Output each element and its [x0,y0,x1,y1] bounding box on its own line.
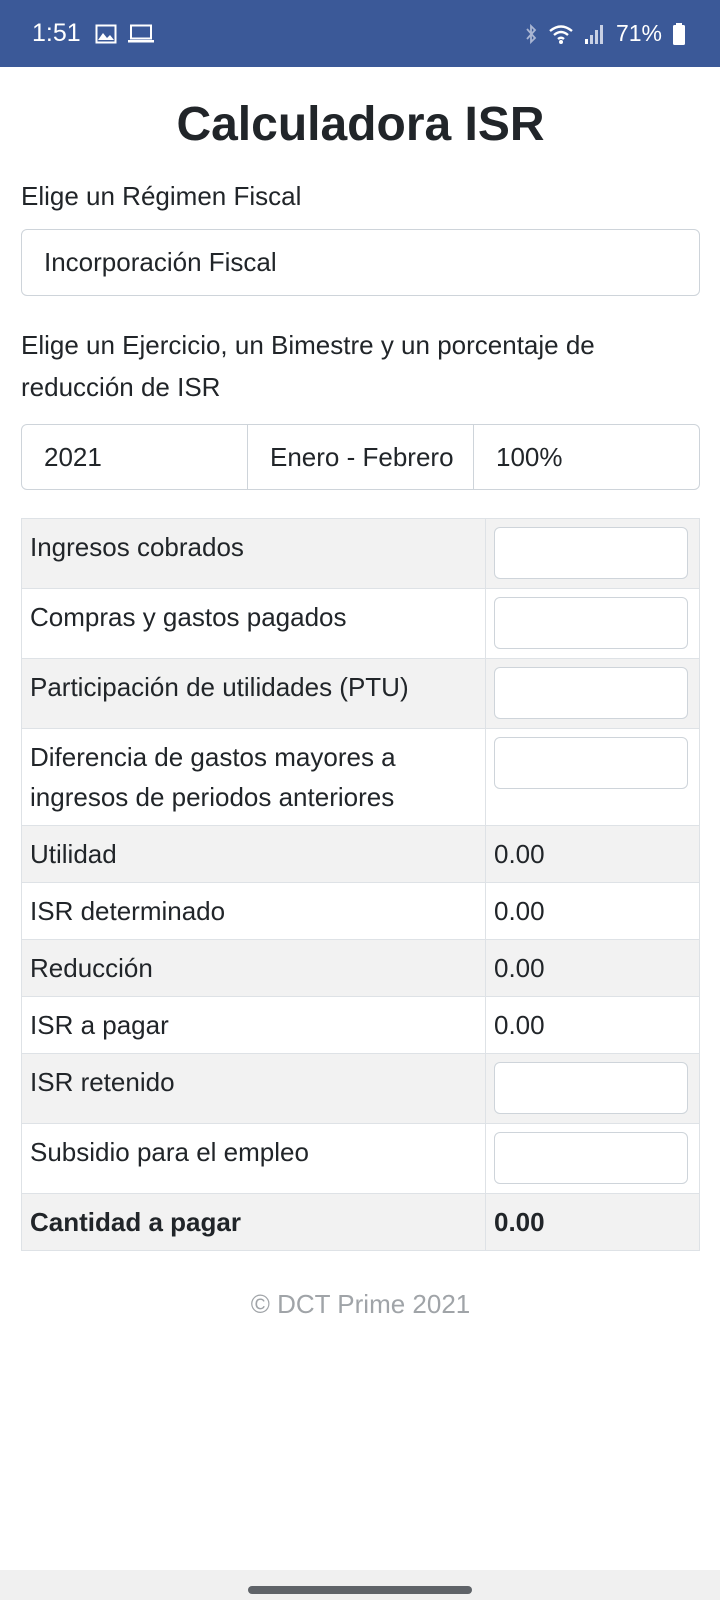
period-label: Elige un Ejercicio, un Bimestre y un por… [21,330,595,402]
ptu-input[interactable] [494,667,688,719]
regimen-select[interactable]: Incorporación Fiscal [21,229,700,296]
subsidio-label: Subsidio para el empleo [21,1123,486,1194]
reduccion-value: 0.00 [485,939,700,997]
wifi-icon [548,23,574,45]
table-row: Participación de utilidades (PTU) [21,658,700,729]
porcentaje-select[interactable]: 100% [474,425,699,489]
table-row: Subsidio para el empleo [21,1123,700,1194]
cantidad-label: Cantidad a pagar [21,1193,486,1251]
table-row: Compras y gastos pagados [21,588,700,659]
table-row: ISR determinado 0.00 [21,882,700,940]
isr-determinado-value: 0.00 [485,882,700,940]
table-row: ISR retenido [21,1053,700,1124]
status-time: 1:51 [32,19,81,47]
bluetooth-icon [524,23,538,45]
table-row: Cantidad a pagar 0.00 [21,1193,700,1251]
diferencia-input[interactable] [494,737,688,789]
signal-icon [584,23,606,45]
ingresos-label: Ingresos cobrados [21,518,486,589]
isr-retenido-input[interactable] [494,1062,688,1114]
navigation-bar [0,1570,720,1600]
table-row: ISR a pagar 0.00 [21,996,700,1054]
utilidad-value: 0.00 [485,825,700,883]
period-select-group: 2021 Enero - Febrero 100% [21,424,700,490]
subsidio-input[interactable] [494,1132,688,1184]
cantidad-value: 0.00 [485,1193,700,1251]
isr-retenido-label: ISR retenido [21,1053,486,1124]
regimen-label: Elige un Régimen Fiscal [21,181,302,211]
footer-copyright: © DCT Prime 2021 [250,1289,471,1319]
calculator-form: Calculadora ISR Elige un Régimen Fiscal … [21,67,700,1320]
reduccion-label: Reducción [21,939,486,997]
image-icon [95,24,117,44]
laptop-icon [127,24,155,44]
status-bar: 1:51 71% [0,0,720,67]
bimestre-select[interactable]: Enero - Febrero [248,425,474,489]
isr-determinado-label: ISR determinado [21,882,486,940]
table-row: Reducción 0.00 [21,939,700,997]
table-row: Ingresos cobrados [21,518,700,589]
ingresos-input[interactable] [494,527,688,579]
table-row: Utilidad 0.00 [21,825,700,883]
diferencia-label: Diferencia de gastos mayores a ingresos … [21,728,486,826]
home-gesture-handle[interactable] [248,1586,472,1594]
isr-table: Ingresos cobrados Compras y gastos pagad… [21,518,700,1251]
compras-label: Compras y gastos pagados [21,588,486,659]
compras-input[interactable] [494,597,688,649]
battery-percent: 71% [615,20,662,46]
table-row: Diferencia de gastos mayores a ingresos … [21,728,700,826]
ejercicio-select[interactable]: 2021 [22,425,248,489]
utilidad-label: Utilidad [21,825,486,883]
ptu-label: Participación de utilidades (PTU) [21,658,486,729]
battery-icon [672,22,686,46]
page-title: Calculadora ISR [176,98,545,151]
isr-pagar-label: ISR a pagar [21,996,486,1054]
isr-pagar-value: 0.00 [485,996,700,1054]
